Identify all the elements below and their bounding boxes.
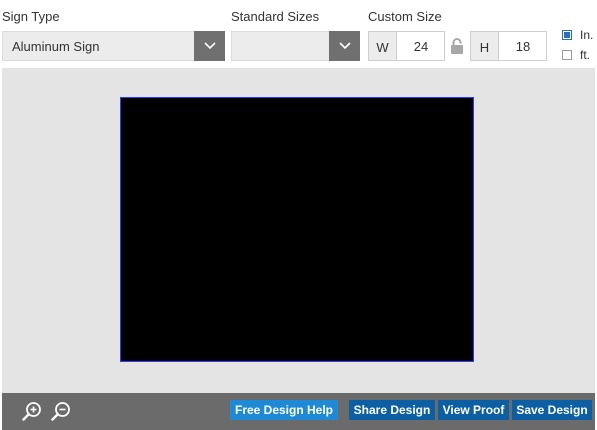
sign-preview[interactable] <box>120 97 474 362</box>
width-field: W <box>368 31 445 61</box>
height-prefix: H <box>471 32 499 60</box>
feet-label: ft. <box>580 48 591 62</box>
sign-type-label: Sign Type <box>2 9 60 24</box>
standard-sizes-dropdown-button[interactable] <box>329 31 360 61</box>
lock-icon[interactable] <box>450 37 464 55</box>
sign-type-dropdown-button[interactable] <box>194 31 225 61</box>
inches-checkbox[interactable] <box>562 30 572 40</box>
unit-option-inches[interactable]: In. <box>562 28 593 42</box>
design-canvas <box>2 68 595 393</box>
free-design-help-button[interactable]: Free Design Help <box>230 400 338 420</box>
unit-option-feet[interactable]: ft. <box>562 48 590 62</box>
chevron-down-icon <box>338 42 351 50</box>
save-design-button[interactable]: Save Design <box>512 400 592 420</box>
sign-type-select[interactable]: Aluminum Sign <box>2 31 225 61</box>
share-design-button[interactable]: Share Design <box>349 400 435 420</box>
inches-label: In. <box>580 28 594 42</box>
custom-size-label: Custom Size <box>368 9 442 24</box>
sign-type-value: Aluminum Sign <box>12 39 100 54</box>
zoom-in-icon <box>22 402 41 421</box>
height-input[interactable] <box>500 32 546 60</box>
height-field: H <box>470 31 547 61</box>
standard-sizes-select[interactable] <box>231 31 360 61</box>
width-input[interactable] <box>398 32 444 60</box>
zoom-out-button[interactable] <box>50 400 72 422</box>
zoom-in-button[interactable] <box>21 400 43 422</box>
zoom-out-icon <box>51 402 70 421</box>
bottom-toolbar: Free Design Help Share Design View Proof… <box>2 393 595 430</box>
width-prefix: W <box>369 32 397 60</box>
chevron-down-icon <box>203 42 216 50</box>
view-proof-button[interactable]: View Proof <box>438 400 509 420</box>
standard-sizes-label: Standard Sizes <box>231 9 320 24</box>
feet-checkbox[interactable] <box>562 50 572 60</box>
